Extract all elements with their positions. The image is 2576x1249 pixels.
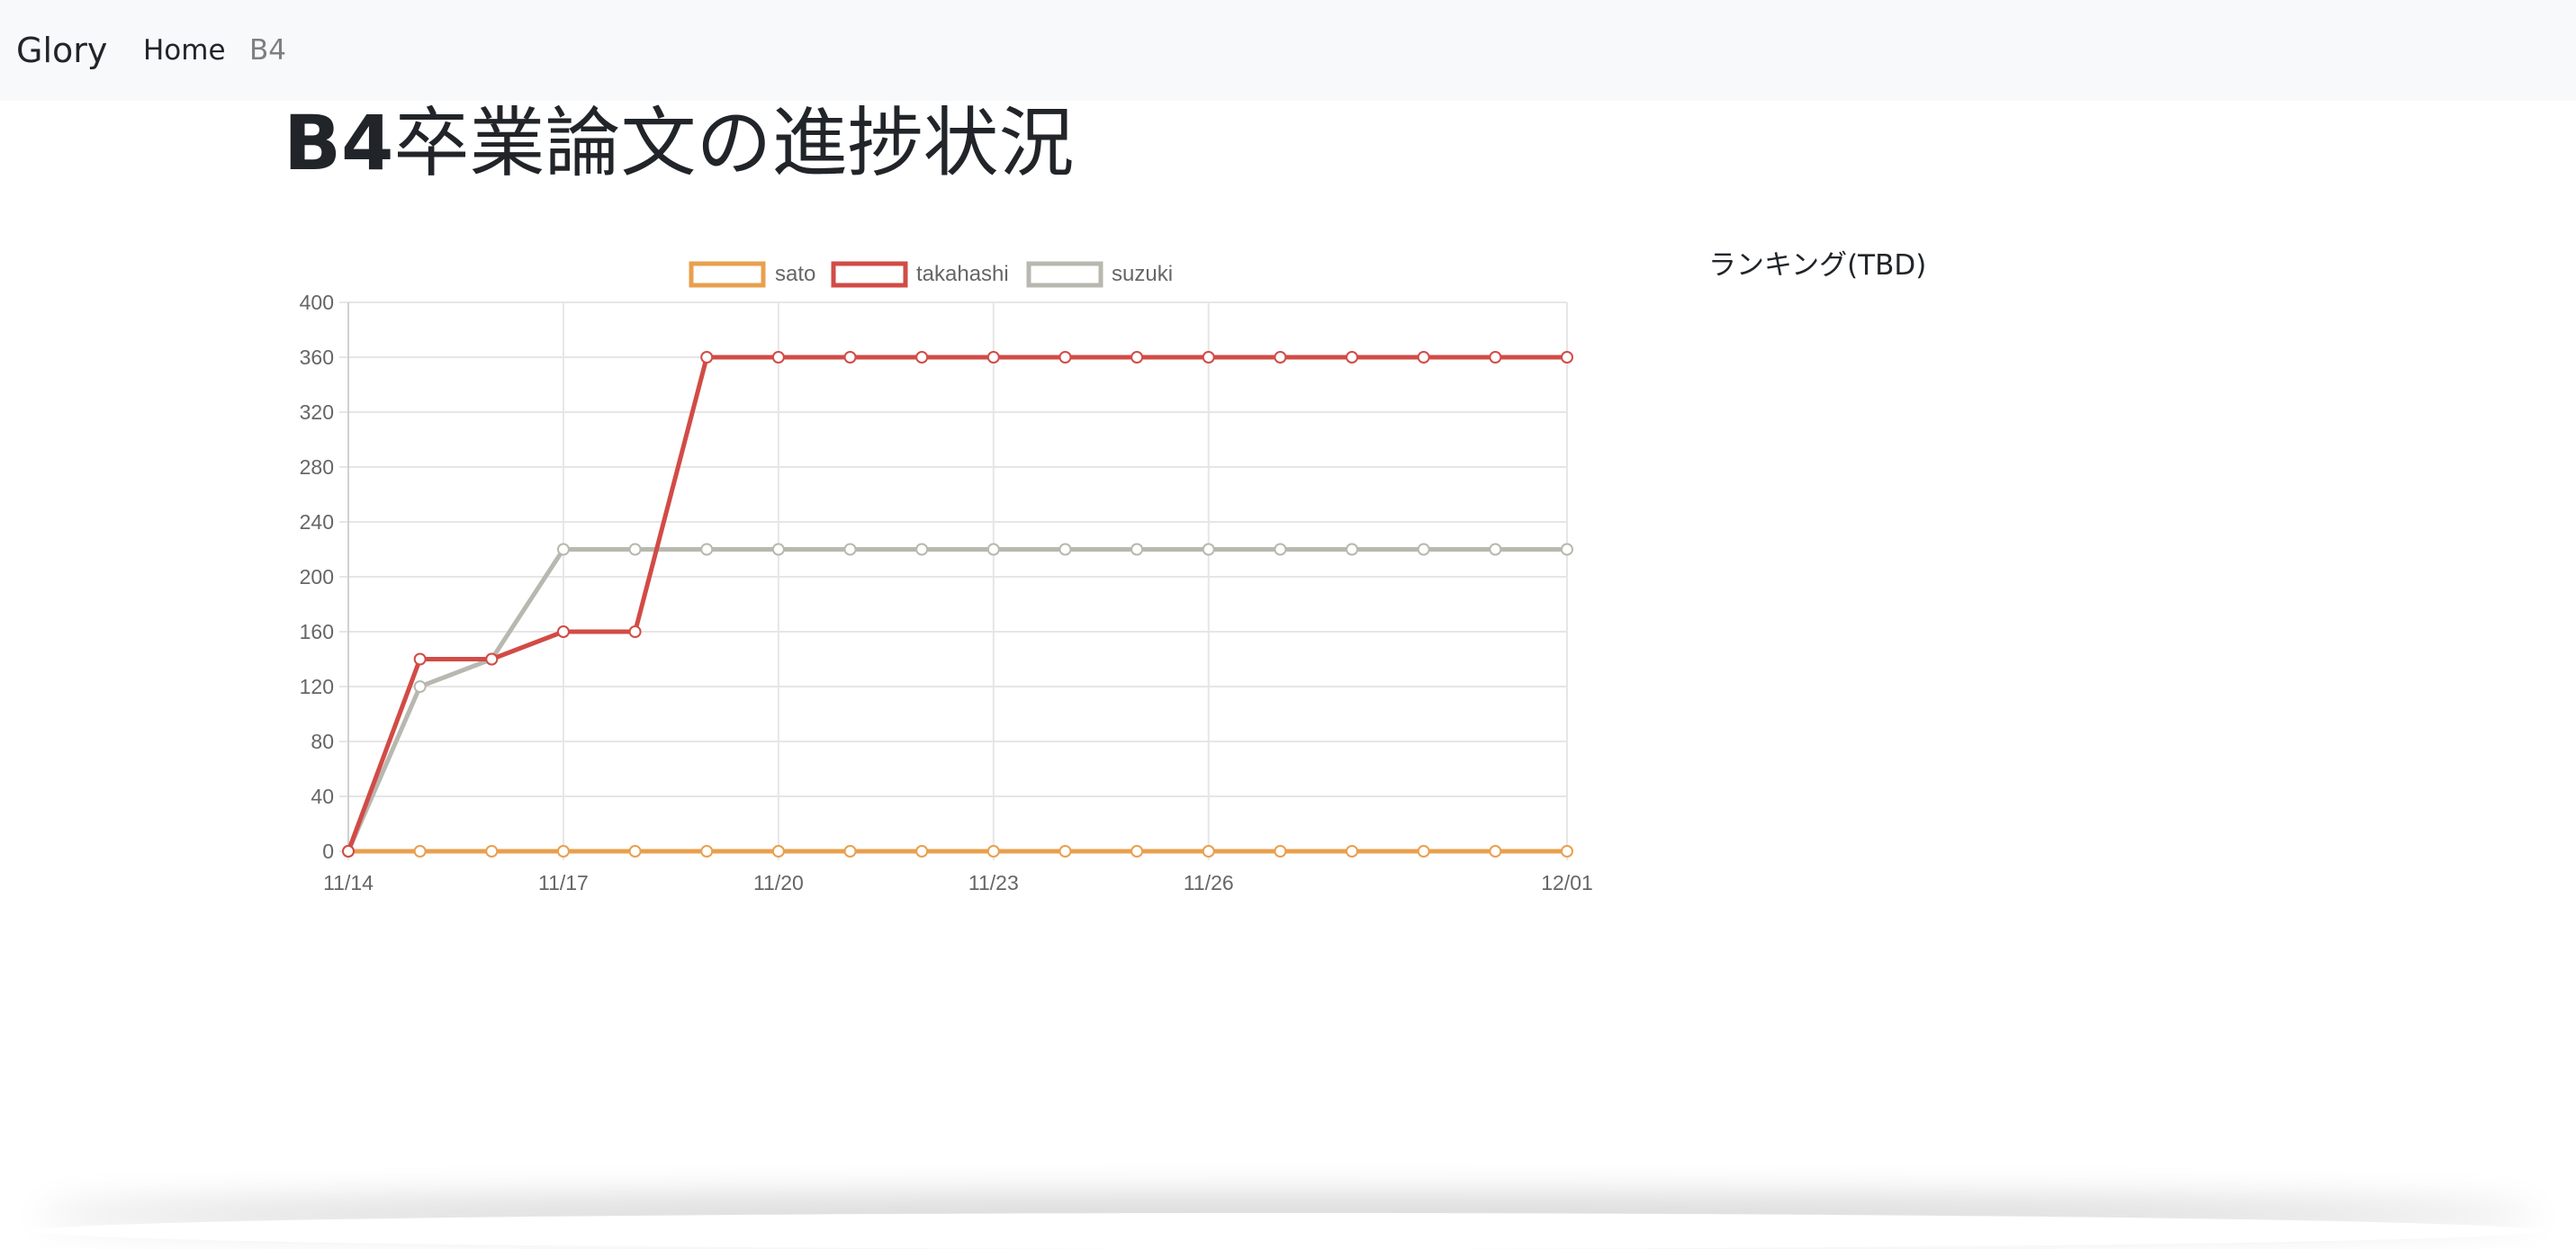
data-point-takahashi (701, 352, 712, 363)
data-point-suzuki (701, 544, 712, 555)
data-point-takahashi (415, 654, 426, 665)
data-point-suzuki (1562, 544, 1572, 555)
y-tick-label: 240 (300, 510, 334, 534)
data-point-sato (1059, 846, 1070, 857)
data-point-suzuki (558, 544, 569, 555)
progress-line-chart: 0 40 80 120 160 200 240 280 320 360 400 11/14 11/17 1… (270, 234, 1620, 918)
page-title-text: 卒業論文の進捗状況 (393, 99, 1074, 187)
legend-swatch-sato (691, 264, 763, 285)
data-point-sato (1419, 846, 1429, 857)
y-tick-label: 160 (300, 620, 334, 643)
nav-link-home[interactable]: Home (143, 32, 226, 68)
data-point-suzuki (988, 544, 999, 555)
data-point-suzuki (916, 544, 927, 555)
legend-label-sato: sato (775, 262, 815, 286)
data-point-sato (1347, 846, 1357, 857)
navbar: Glory Home B4 (0, 0, 2576, 101)
data-point-suzuki (630, 544, 641, 555)
data-point-suzuki (1419, 544, 1429, 555)
y-tick-label: 400 (300, 291, 334, 314)
series-line-suzuki (348, 550, 1567, 852)
window-bottom-shadow (36, 1213, 2540, 1249)
data-point-suzuki (1274, 544, 1285, 555)
data-point-takahashi (1203, 352, 1214, 363)
data-point-suzuki (1131, 544, 1142, 555)
data-point-takahashi (1131, 352, 1142, 363)
data-point-suzuki (845, 544, 856, 555)
data-point-sato (486, 846, 497, 857)
y-tick-label: 280 (300, 455, 334, 479)
data-point-sato (773, 846, 784, 857)
data-point-suzuki (1203, 544, 1214, 555)
data-point-sato (988, 846, 999, 857)
data-point-takahashi (630, 626, 641, 637)
data-point-suzuki (773, 544, 784, 555)
data-point-sato (701, 846, 712, 857)
data-point-suzuki (415, 681, 426, 692)
data-point-sato (1203, 846, 1214, 857)
data-point-suzuki (1490, 544, 1500, 555)
x-tick-label: 11/23 (968, 871, 1019, 894)
nav-link-b4[interactable]: B4 (249, 32, 286, 68)
series-line-takahashi (348, 357, 1567, 851)
x-tick-label: 11/26 (1184, 871, 1234, 894)
data-point-suzuki (1059, 544, 1070, 555)
data-point-sato (558, 846, 569, 857)
y-tick-label: 200 (300, 565, 334, 589)
data-point-takahashi (1059, 352, 1070, 363)
ranking-label: ランキング(TBD) (1708, 247, 1926, 284)
legend-swatch-suzuki (1029, 264, 1101, 285)
x-tick-label: 12/01 (1541, 871, 1593, 894)
data-point-takahashi (916, 352, 927, 363)
y-tick-label: 0 (322, 840, 334, 863)
data-point-sato (916, 846, 927, 857)
data-point-sato (1131, 846, 1142, 857)
data-point-takahashi (558, 626, 569, 637)
y-tick-label: 360 (300, 346, 334, 369)
x-tick-label: 11/14 (323, 871, 374, 894)
page-title-prefix: B4 (284, 99, 393, 187)
data-point-sato (1562, 846, 1572, 857)
data-point-takahashi (1562, 352, 1572, 363)
data-point-sato (630, 846, 641, 857)
data-point-takahashi (773, 352, 784, 363)
y-tick-label: 80 (311, 730, 334, 753)
data-point-takahashi (1419, 352, 1429, 363)
data-point-takahashi (988, 352, 999, 363)
x-tick-label: 11/20 (753, 871, 804, 894)
data-point-takahashi (486, 654, 497, 665)
data-point-suzuki (1347, 544, 1357, 555)
legend-label-suzuki: suzuki (1112, 262, 1173, 286)
data-point-takahashi (1274, 352, 1285, 363)
x-tick-label: 11/17 (538, 871, 589, 894)
page-title: B4卒業論文の進捗状況 (284, 94, 1075, 193)
data-point-takahashi (343, 846, 354, 857)
data-point-sato (1274, 846, 1285, 857)
data-point-sato (415, 846, 426, 857)
data-point-sato (1490, 846, 1500, 857)
y-tick-label: 120 (300, 675, 334, 698)
y-tick-label: 320 (300, 400, 334, 424)
data-point-takahashi (845, 352, 856, 363)
legend-swatch-takahashi (833, 264, 905, 285)
data-point-takahashi (1347, 352, 1357, 363)
legend-label-takahashi: takahashi (916, 262, 1009, 286)
data-point-sato (845, 846, 856, 857)
data-point-takahashi (1490, 352, 1500, 363)
brand-link[interactable]: Glory (16, 29, 107, 72)
y-tick-label: 40 (311, 785, 334, 808)
